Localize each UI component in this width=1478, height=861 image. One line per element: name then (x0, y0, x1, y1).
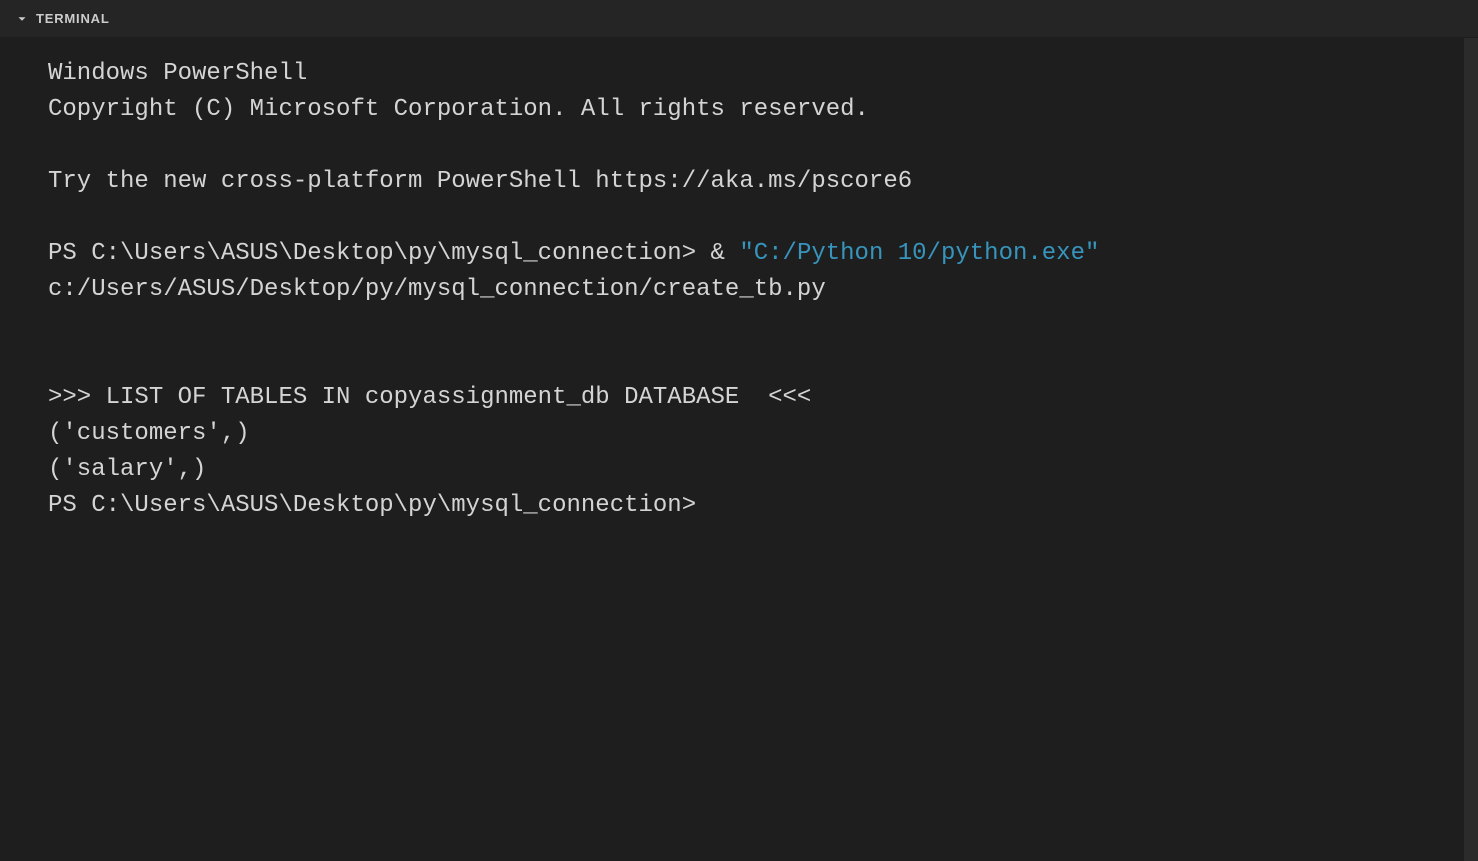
prompt-prefix: PS C:\Users\ASUS\Desktop\py\mysql_connec… (48, 240, 711, 267)
blank-line (48, 200, 1478, 236)
scrollbar-vertical[interactable] (1464, 38, 1478, 861)
terminal-panel-header[interactable]: TERMINAL (0, 0, 1478, 38)
blank-line (48, 128, 1478, 164)
terminal-header-line: Windows PowerShell (48, 56, 1478, 92)
output-row: ('customers',) (48, 416, 1478, 452)
blank-line (48, 308, 1478, 344)
terminal-output-area[interactable]: Windows PowerShell Copyright (C) Microso… (0, 38, 1478, 861)
terminal-suggestion-line: Try the new cross-platform PowerShell ht… (48, 164, 1478, 200)
terminal-command-line: PS C:\Users\ASUS\Desktop\py\mysql_connec… (48, 236, 1478, 308)
terminal-prompt[interactable]: PS C:\Users\ASUS\Desktop\py\mysql_connec… (48, 488, 1478, 524)
operator: & (711, 240, 740, 267)
terminal-header-line: Copyright (C) Microsoft Corporation. All… (48, 92, 1478, 128)
scrollbar-thumb[interactable] (1464, 38, 1478, 861)
quoted-path: "C:/Python 10/python.exe" (739, 240, 1099, 267)
chevron-down-icon[interactable] (14, 11, 30, 27)
panel-title[interactable]: TERMINAL (36, 11, 110, 26)
output-row: ('salary',) (48, 452, 1478, 488)
output-heading: >>> LIST OF TABLES IN copyassignment_db … (48, 380, 1478, 416)
blank-line (48, 344, 1478, 380)
